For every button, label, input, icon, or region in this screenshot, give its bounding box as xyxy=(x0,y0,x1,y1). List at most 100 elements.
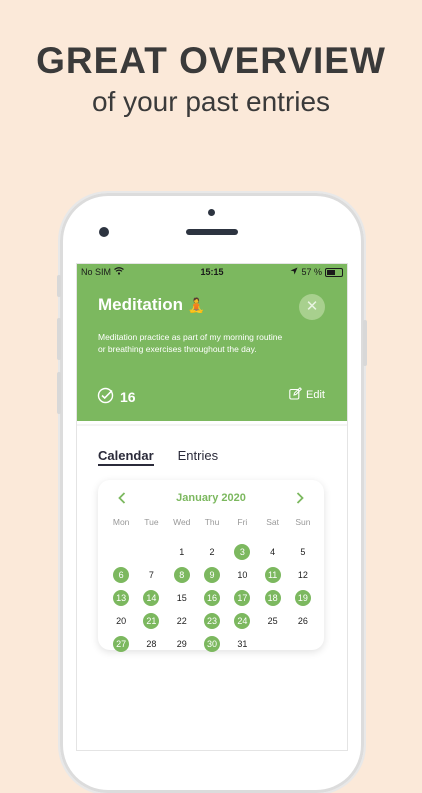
weekday-label: Sat xyxy=(266,517,280,527)
calendar-day-number: 24 xyxy=(234,612,251,629)
calendar-day-completed[interactable]: 23 xyxy=(197,609,227,632)
front-camera xyxy=(99,227,109,237)
weekday-label: Fri xyxy=(237,517,248,527)
header-divider xyxy=(77,424,347,426)
empty-cell xyxy=(136,540,166,563)
calendar-day[interactable]: 12 xyxy=(288,563,318,586)
battery-icon xyxy=(325,267,343,277)
phone-side-button xyxy=(57,275,61,297)
edit-button[interactable]: Edit xyxy=(289,387,325,403)
calendar-day[interactable]: 5 xyxy=(288,540,318,563)
habit-description: Meditation practice as part of my mornin… xyxy=(98,332,283,354)
calendar-day-completed[interactable]: 11 xyxy=(257,563,287,586)
calendar-day-number: 6 xyxy=(113,566,130,583)
calendar-day-completed[interactable]: 16 xyxy=(197,586,227,609)
edit-label: Edit xyxy=(306,389,325,401)
calendar-day-number: 2 xyxy=(209,546,215,557)
calendar-day[interactable]: 26 xyxy=(288,609,318,632)
calendar-day-completed[interactable]: 19 xyxy=(288,586,318,609)
phone-volume-down xyxy=(57,372,61,414)
subline: of your past entries xyxy=(91,86,331,117)
tab-calendar[interactable]: Calendar xyxy=(98,448,154,466)
completion-count: 16 xyxy=(97,387,136,407)
calendar-day-number: 22 xyxy=(176,615,187,626)
calendar-day[interactable]: 7 xyxy=(136,563,166,586)
calendar-day-number: 16 xyxy=(204,589,221,606)
calendar-day-number: 10 xyxy=(237,569,248,580)
chevron-right-icon xyxy=(296,492,304,504)
calendar-day-number: 28 xyxy=(146,638,157,649)
calendar-day-completed[interactable]: 9 xyxy=(197,563,227,586)
next-month-button[interactable] xyxy=(296,491,304,507)
calendar-day[interactable]: 31 xyxy=(227,632,257,655)
earpiece-speaker xyxy=(186,229,238,235)
calendar-day[interactable]: 20 xyxy=(106,609,136,632)
calendar-day-number: 13 xyxy=(113,589,130,606)
calendar-card: January 2020 Mon Tue Wed Thu Fri Sat Sun 1 2 3 4 5 6… xyxy=(98,480,324,652)
calendar-day-number: 12 xyxy=(297,569,308,580)
calendar-grid: Mon Tue Wed Thu Fri Sat Sun 1 2 3 4 5 6 7 8 9 10 11 12 13 14… xyxy=(106,517,318,655)
calendar-day-number: 3 xyxy=(234,543,251,560)
calendar-day-number: 25 xyxy=(267,615,278,626)
calendar-day[interactable]: 28 xyxy=(136,632,166,655)
app-screen: No SIM 15:15 57 % Meditation 🧘 ✕ Meditat… xyxy=(77,264,347,750)
calendar-day-number: 9 xyxy=(204,566,221,583)
habit-title-text: Meditation xyxy=(98,295,183,314)
calendar-day-completed[interactable]: 14 xyxy=(136,586,166,609)
calendar-day[interactable]: 1 xyxy=(167,540,197,563)
calendar-day[interactable]: 4 xyxy=(257,540,287,563)
calendar-day-completed[interactable]: 21 xyxy=(136,609,166,632)
calendar-day-number: 11 xyxy=(264,566,281,583)
phone-power-button xyxy=(363,320,367,366)
tab-entries[interactable]: Entries xyxy=(178,448,218,466)
calendar-day-number: 30 xyxy=(204,635,221,652)
completion-count-value: 16 xyxy=(120,389,136,405)
calendar-day-number: 18 xyxy=(264,589,281,606)
calendar-day-completed[interactable]: 6 xyxy=(106,563,136,586)
phone-volume-up xyxy=(57,318,61,360)
calendar-day-completed[interactable]: 13 xyxy=(106,586,136,609)
edit-icon xyxy=(289,387,303,403)
habit-header: No SIM 15:15 57 % Meditation 🧘 ✕ Meditat… xyxy=(77,264,347,421)
calendar-day-number: 5 xyxy=(300,546,306,557)
calendar-day[interactable]: 15 xyxy=(167,586,197,609)
calendar-day-number: 4 xyxy=(270,546,276,557)
calendar-day-number: 26 xyxy=(297,615,308,626)
headline: GREAT OVERVIEW xyxy=(36,40,386,81)
empty-cell xyxy=(106,540,136,563)
calendar-day-completed[interactable]: 24 xyxy=(227,609,257,632)
calendar-day-number: 31 xyxy=(237,638,248,649)
calendar-day[interactable]: 29 xyxy=(167,632,197,655)
calendar-day-number: 27 xyxy=(113,635,130,652)
calendar-day[interactable]: 10 xyxy=(227,563,257,586)
location-icon xyxy=(290,267,298,277)
calendar-day-number: 7 xyxy=(148,569,154,580)
close-icon: ✕ xyxy=(305,298,319,315)
calendar-day-completed[interactable]: 8 xyxy=(167,563,197,586)
calendar-day-number: 21 xyxy=(143,612,160,629)
calendar-day[interactable]: 2 xyxy=(197,540,227,563)
weekday-label: Sun xyxy=(295,517,311,527)
calendar-day-number: 29 xyxy=(176,638,187,649)
status-bar: No SIM 15:15 57 % xyxy=(77,264,347,280)
calendar-day-completed[interactable]: 18 xyxy=(257,586,287,609)
proximity-sensor xyxy=(208,209,215,216)
calendar-day-number: 15 xyxy=(176,592,187,603)
calendar-day-number: 20 xyxy=(116,615,127,626)
habit-title: Meditation 🧘 xyxy=(98,295,205,315)
calendar-day[interactable]: 22 xyxy=(167,609,197,632)
calendar-day-completed[interactable]: 30 xyxy=(197,632,227,655)
calendar-day[interactable]: 25 xyxy=(257,609,287,632)
calendar-day-completed[interactable]: 17 xyxy=(227,586,257,609)
close-button[interactable]: ✕ xyxy=(299,294,325,320)
calendar-day-number: 1 xyxy=(179,546,185,557)
weekday-label: Mon xyxy=(112,517,130,527)
battery-percent: 57 % xyxy=(301,267,322,277)
calendar-day-completed[interactable]: 3 xyxy=(227,540,257,563)
calendar-month-label: January 2020 xyxy=(176,492,246,504)
calendar-day-number: 17 xyxy=(234,589,251,606)
calendar-day-completed[interactable]: 27 xyxy=(106,632,136,655)
check-circle-icon xyxy=(97,387,114,407)
calendar-day-number: 23 xyxy=(204,612,221,629)
weekday-label: Tue xyxy=(144,517,159,527)
